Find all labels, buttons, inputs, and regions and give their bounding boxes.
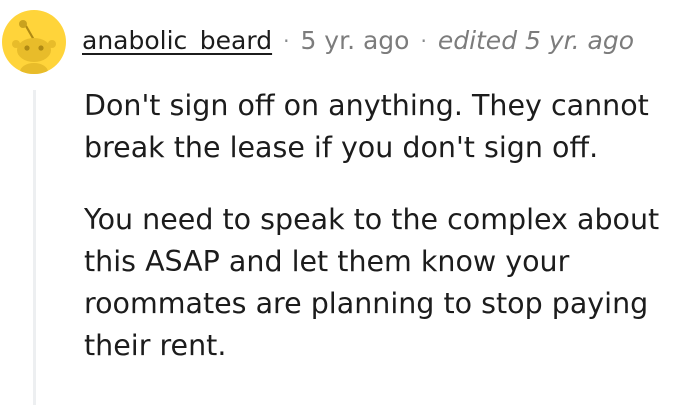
comment-body: Don't sign off on anything. They cannot … — [84, 85, 696, 367]
comment-meta: anabolic_beard · 5 yr. ago · edited 5 yr… — [82, 24, 634, 58]
comment-paragraph: You need to speak to the complex about t… — [84, 203, 660, 362]
meta-separator: · — [420, 29, 427, 53]
author-link[interactable]: anabolic_beard — [82, 24, 272, 58]
meta-separator: · — [283, 29, 290, 53]
edited-label: edited 5 yr. ago — [437, 26, 635, 55]
post-timestamp[interactable]: 5 yr. ago — [300, 24, 409, 58]
avatar[interactable] — [2, 10, 66, 74]
reddit-snoo-icon — [12, 20, 56, 74]
thread-collapse-line[interactable] — [33, 90, 36, 405]
comment-paragraph: Don't sign off on anything. They cannot … — [84, 89, 649, 164]
comment: anabolic_beard · 5 yr. ago · edited 5 yr… — [0, 0, 700, 405]
